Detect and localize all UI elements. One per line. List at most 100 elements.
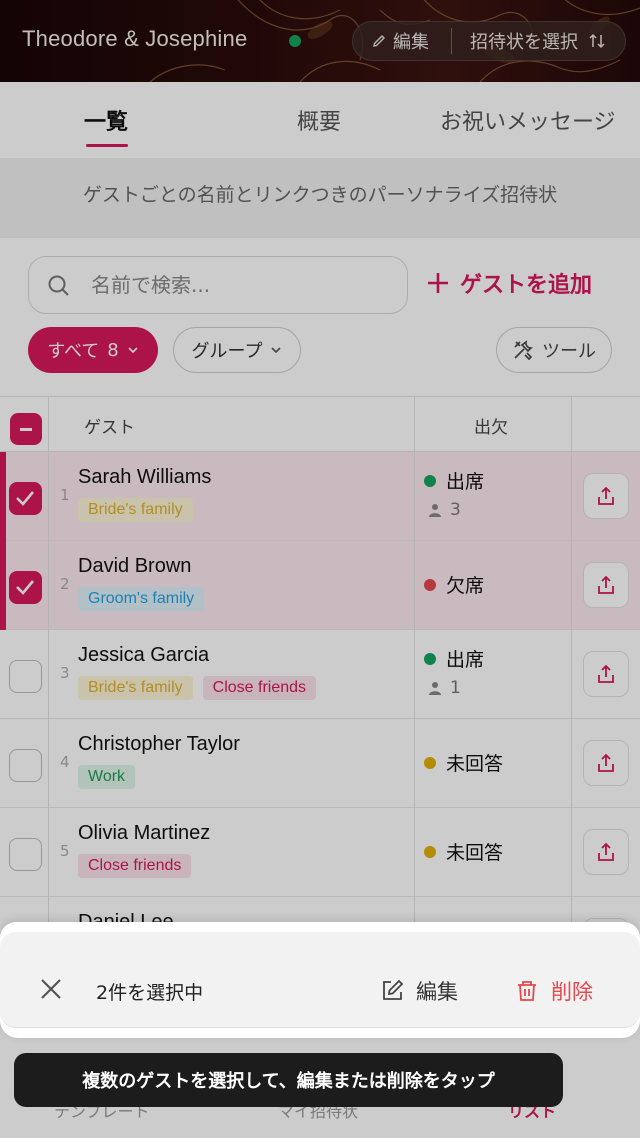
- row-number: 2: [60, 575, 70, 593]
- companion-count-value: 1: [450, 678, 461, 698]
- column-header-guest: ゲスト: [84, 418, 135, 438]
- share-icon: [598, 664, 614, 683]
- info-banner: ゲストごとの名前とリンクつきのパーソナライズ招待状: [0, 158, 640, 238]
- attendance-status: 未回答: [424, 838, 503, 865]
- share-button[interactable]: [583, 829, 629, 875]
- row-checkbox[interactable]: [9, 660, 42, 693]
- hint-tooltip-text: 複数のゲストを選択して、編集または削除をタップ: [82, 1071, 495, 1092]
- guest-tags: Groom's family: [78, 587, 205, 611]
- row-checkbox[interactable]: [9, 749, 42, 782]
- guest-name[interactable]: Christopher Taylor: [78, 733, 240, 756]
- app-header: Theodore & Josephine 編集 招待状を選択: [0, 0, 640, 82]
- group-tag: Groom's family: [78, 587, 205, 611]
- select-invitation-button[interactable]: 招待状を選択: [452, 28, 606, 54]
- header-edit-button[interactable]: 編集: [353, 28, 451, 54]
- column-divider: [571, 396, 572, 956]
- share-icon: [598, 842, 614, 861]
- row-checkbox[interactable]: [9, 571, 42, 604]
- attendance-status: 出席: [424, 467, 484, 494]
- column-header-attendance: 出欠: [474, 418, 508, 438]
- row-number: 4: [60, 753, 70, 771]
- row-checkbox[interactable]: [9, 838, 42, 871]
- row-number: 1: [60, 486, 70, 504]
- tab-list[interactable]: 一覧: [84, 104, 128, 136]
- bulk-edit-label: 編集: [416, 980, 458, 1004]
- guest-name[interactable]: Sarah Williams: [78, 466, 211, 489]
- header-edit-label: 編集: [393, 32, 429, 53]
- share-button[interactable]: [583, 473, 629, 519]
- table-row[interactable]: 2 David Brown Groom's family 欠席: [0, 541, 640, 630]
- banner-text: ゲストごとの名前とリンクつきのパーソナライズ招待状: [82, 184, 558, 206]
- group-tag: Close friends: [202, 676, 317, 700]
- tools-icon: [514, 340, 533, 361]
- table-header: ゲスト 出欠: [0, 396, 640, 452]
- filter-group-chip[interactable]: グループ: [173, 327, 301, 373]
- table-row[interactable]: 5 Olivia Martinez Close friends 未回答: [0, 808, 640, 897]
- app-title: Theodore & Josephine: [22, 26, 248, 51]
- guest-name[interactable]: Olivia Martinez: [78, 822, 210, 845]
- column-divider: [48, 396, 49, 956]
- add-guest-label: ゲストを追加: [460, 273, 593, 298]
- status-dot: [424, 845, 436, 858]
- attendance-status: 出席: [424, 645, 484, 672]
- companion-count: 3: [428, 500, 461, 520]
- hint-tooltip: 複数のゲストを選択して、編集または削除をタップ: [14, 1053, 563, 1107]
- status-dot: [424, 652, 436, 665]
- guest-name[interactable]: Jessica Garcia: [78, 644, 209, 667]
- plus-icon: [428, 273, 448, 293]
- group-tag: Work: [78, 765, 136, 789]
- attendance-label: 未回答: [446, 753, 504, 775]
- guest-tags: Bride's family Close friends: [78, 676, 317, 700]
- selection-action-bar: 2件を選択中 編集 削除: [0, 922, 640, 1038]
- status-dot: [424, 578, 436, 591]
- tools-button[interactable]: ツール: [496, 327, 612, 373]
- filter-group-label: グループ: [191, 341, 263, 362]
- trash-icon: [518, 981, 536, 1001]
- group-tag: Bride's family: [78, 676, 193, 700]
- guest-tags: Work: [78, 765, 136, 789]
- attendance-label: 未回答: [446, 842, 504, 864]
- guest-tags: Close friends: [78, 854, 192, 878]
- guest-tags: Bride's family: [78, 498, 193, 522]
- table-row[interactable]: 3 Jessica Garcia Bride's family Close frien…: [0, 630, 640, 719]
- tab-overview[interactable]: 概要: [297, 104, 341, 136]
- search-box[interactable]: [28, 256, 408, 314]
- filter-all-count: 8: [107, 339, 119, 361]
- bulk-delete-button[interactable]: 削除: [515, 976, 593, 1006]
- tab-messages[interactable]: お祝いメッセージ: [440, 104, 616, 136]
- attendance-label: 出席: [446, 471, 485, 493]
- edit-icon: [383, 979, 404, 1000]
- search-input[interactable]: [91, 267, 391, 303]
- share-icon: [598, 575, 614, 594]
- select-all-checkbox[interactable]: [10, 413, 42, 445]
- group-tag: Bride's family: [78, 498, 193, 522]
- active-tab-indicator: [86, 144, 128, 147]
- add-guest-button[interactable]: ゲストを追加: [426, 267, 592, 299]
- guest-name[interactable]: David Brown: [78, 555, 191, 578]
- filter-all-chip[interactable]: すべて 8: [28, 327, 158, 373]
- column-divider: [414, 396, 415, 956]
- row-checkbox[interactable]: [9, 482, 42, 515]
- filter-all-label: すべて: [47, 341, 100, 362]
- share-icon: [598, 486, 614, 505]
- attendance-status: 未回答: [424, 749, 503, 776]
- share-button[interactable]: [583, 562, 629, 608]
- companion-count: 1: [428, 678, 461, 698]
- close-icon[interactable]: [38, 976, 64, 1002]
- share-button[interactable]: [583, 740, 629, 786]
- selected-count: 2件を選択中: [96, 982, 204, 1004]
- pencil-icon: [373, 35, 385, 47]
- person-icon: [429, 682, 441, 695]
- chevron-down-icon: [128, 347, 138, 354]
- bulk-edit-button[interactable]: 編集: [380, 976, 458, 1006]
- row-number: 5: [60, 842, 70, 860]
- companion-count-value: 3: [450, 500, 461, 520]
- attendance-label: 欠席: [446, 575, 485, 597]
- check-icon: [16, 491, 34, 506]
- share-button[interactable]: [583, 651, 629, 697]
- tools-label: ツール: [542, 341, 596, 362]
- table-row[interactable]: 4 Christopher Taylor Work 未回答: [0, 719, 640, 808]
- search-icon: [48, 275, 69, 296]
- table-row[interactable]: 1 Sarah Williams Bride's family 出席 3: [0, 452, 640, 541]
- selected-row-indicator: [0, 452, 6, 541]
